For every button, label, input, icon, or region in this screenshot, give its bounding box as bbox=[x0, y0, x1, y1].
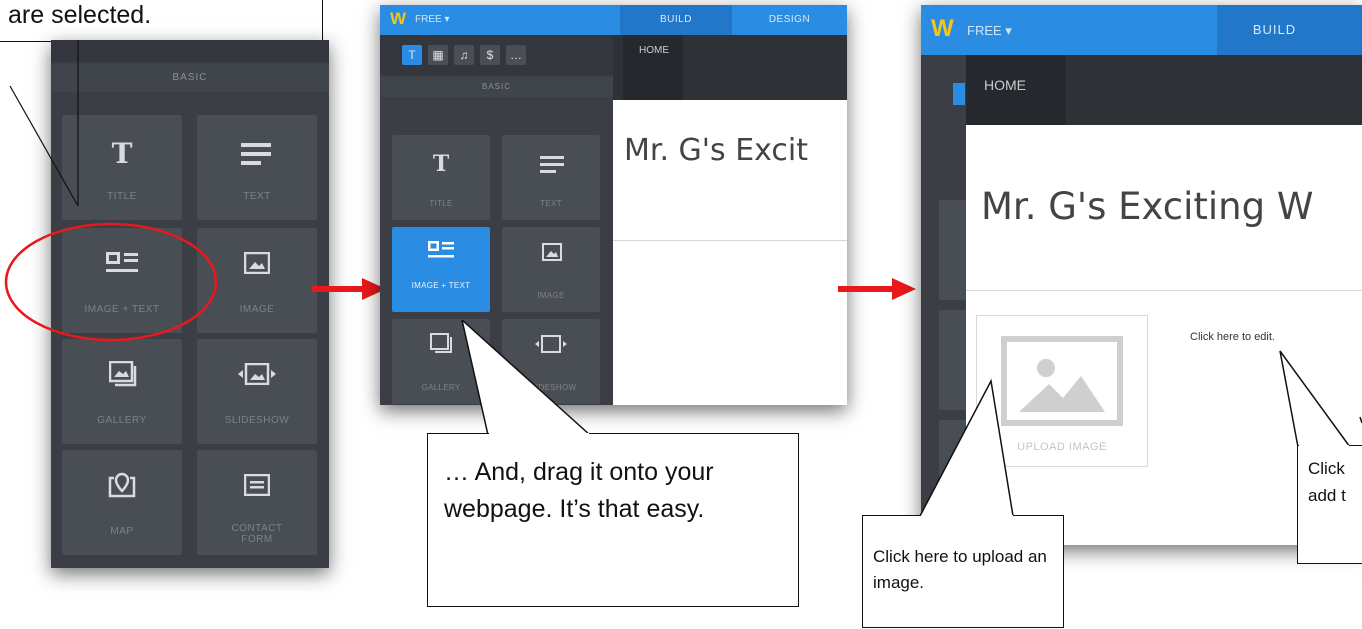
edit-text-hint[interactable]: Click here to edit. bbox=[1190, 331, 1275, 343]
tab-design-label: DESIGN bbox=[768, 14, 811, 25]
callout-upload-text: Click here to upload an image. bbox=[873, 547, 1047, 592]
tile-image[interactable]: IMAGE bbox=[502, 227, 600, 312]
callout-edit-pointer bbox=[1279, 350, 1362, 448]
callout-edit-line1: Click bbox=[1308, 459, 1345, 478]
section-label-basic: BASIC bbox=[380, 77, 613, 97]
tile-title[interactable]: T TITLE bbox=[392, 135, 490, 220]
page-tab-bar: HOME bbox=[613, 35, 847, 100]
callout-edit-gap bbox=[1299, 445, 1349, 447]
page-tab-bar: HOME bbox=[966, 55, 1362, 125]
tab-home[interactable]: HOME bbox=[623, 35, 683, 100]
callout-upload-gap bbox=[921, 515, 1013, 517]
tile-label: TITLE bbox=[429, 199, 453, 208]
tile-label: IMAGE + TEXT bbox=[411, 281, 471, 290]
music-tool-icon[interactable]: ♫ bbox=[454, 45, 474, 65]
chevron-down-icon: ▾ bbox=[441, 14, 450, 25]
sidebar-toolbar: T ▦ ♫ $ … bbox=[380, 35, 613, 75]
tab-build[interactable]: BUILD bbox=[620, 5, 732, 35]
sidebar-tool-icon[interactable] bbox=[953, 83, 965, 105]
callout-drag: … And, drag it onto your webpage. It’s t… bbox=[427, 433, 799, 607]
tile-map[interactable]: MAP bbox=[62, 450, 182, 555]
callout-upload: Click here to upload an image. bbox=[862, 515, 1064, 628]
slideshow-icon bbox=[236, 363, 278, 385]
image-icon bbox=[542, 243, 562, 261]
plan-label: FREE bbox=[415, 14, 442, 25]
tab-design[interactable]: DESIGN bbox=[732, 5, 847, 35]
plan-label: FREE bbox=[967, 23, 1002, 38]
title-icon: T bbox=[432, 151, 450, 177]
arrow-right-2 bbox=[838, 278, 916, 300]
text-tool-icon[interactable]: T bbox=[402, 45, 422, 65]
tile-label: MAP bbox=[110, 526, 134, 537]
callout-mid-pointer bbox=[461, 320, 591, 436]
divider bbox=[966, 290, 1362, 291]
more-tool-icon[interactable]: … bbox=[506, 45, 526, 65]
store-tool-icon[interactable]: $ bbox=[480, 45, 500, 65]
editor-topbar: W FREE ▾ BUILD DESIGN bbox=[380, 5, 847, 35]
tile-label: TEXT bbox=[540, 199, 562, 208]
plan-dropdown[interactable]: FREE ▾ bbox=[415, 14, 449, 25]
editor-topbar: W FREE ▾ BUILD bbox=[921, 5, 1362, 55]
weebly-logo-icon: W bbox=[390, 9, 407, 28]
image-text-icon bbox=[428, 241, 454, 259]
arrow-right-1 bbox=[312, 278, 386, 300]
tile-label: GALLERY bbox=[97, 415, 147, 426]
tab-build-label: BUILD bbox=[660, 14, 692, 25]
tile-contact-form[interactable]: CONTACT FORM bbox=[197, 450, 317, 555]
tile-label: SLIDESHOW bbox=[224, 415, 290, 426]
tile-image-text-selected[interactable]: IMAGE + TEXT bbox=[392, 227, 490, 312]
gallery-icon bbox=[109, 361, 137, 387]
tab-build-label: BUILD bbox=[1252, 22, 1297, 37]
weebly-logo-icon: W bbox=[931, 15, 954, 42]
tab-home-label: HOME bbox=[639, 45, 669, 56]
callout-upload-pointer bbox=[919, 378, 1014, 517]
callout-drag-text: … And, drag it onto your webpage. It’s t… bbox=[444, 458, 714, 523]
divider bbox=[613, 240, 847, 241]
sidebar-tile bbox=[939, 200, 966, 300]
highlight-ellipse bbox=[4, 222, 218, 342]
tab-build[interactable]: BUILD bbox=[1217, 5, 1362, 55]
chevron-down-icon: ▾ bbox=[1001, 23, 1012, 38]
annotation-overlay-1 bbox=[4, 40, 218, 342]
site-title: Mr. G's Exciting W bbox=[981, 185, 1314, 228]
contact-form-icon bbox=[244, 474, 270, 496]
callout-mid-gap bbox=[489, 433, 589, 435]
map-icon bbox=[108, 472, 136, 498]
tile-label: IMAGE bbox=[537, 291, 565, 300]
tab-home[interactable]: HOME bbox=[966, 55, 1066, 125]
layout-tool-icon[interactable]: ▦ bbox=[428, 45, 448, 65]
tile-text[interactable]: TEXT bbox=[502, 135, 600, 220]
callout-edit: Click add t bbox=[1297, 445, 1362, 564]
tile-label: CONTACT FORM bbox=[231, 523, 283, 545]
tab-home-label: HOME bbox=[984, 77, 1026, 93]
text-icon bbox=[540, 155, 564, 175]
callout-edit-line2: add t bbox=[1308, 486, 1346, 505]
site-title: Mr. G's Excit bbox=[624, 133, 808, 168]
plan-dropdown[interactable]: FREE ▾ bbox=[967, 23, 1012, 39]
